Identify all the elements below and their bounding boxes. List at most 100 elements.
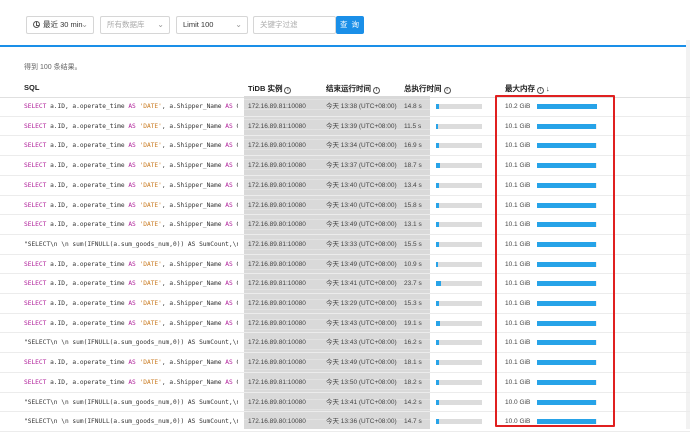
time-range-select[interactable]: 最近 30 min ⌄	[26, 16, 94, 34]
instance-cell: 172.16.89.80:10080	[248, 181, 306, 189]
info-icon: i	[443, 87, 451, 94]
time-range-label: 最近 30 min	[43, 20, 83, 29]
database-placeholder: 所有数据库	[107, 20, 145, 29]
exec-time-bar-fill	[436, 360, 440, 366]
exec-time-cell: 11.5 s	[404, 122, 422, 130]
search-input[interactable]: 关键字过滤	[253, 16, 336, 34]
chevron-down-icon: ⌄	[157, 20, 164, 29]
instance-cell: 172.16.89.81:10080	[248, 103, 306, 110]
instance-cell: 172.16.89.80:10080	[248, 398, 306, 406]
exec-time-bar	[436, 143, 482, 149]
exec-time-bar	[436, 379, 482, 385]
sql-text[interactable]: SELECT a.ID, a.operate_time AS 'DATE', a…	[24, 353, 238, 372]
exec-time-cell: 23.7 s	[404, 280, 422, 288]
exec-time-bar-fill	[436, 379, 440, 385]
exec-time-bar-fill	[436, 320, 440, 326]
instance-cell: 172.16.89.80:10080	[248, 221, 306, 229]
accent-divider	[0, 45, 690, 47]
exec-time-cell: 19.1 s	[404, 319, 422, 327]
instance-cell: 172.16.89.80:10080	[248, 418, 306, 426]
sql-text[interactable]: SELECT a.ID, a.operate_time AS 'DATE', a…	[24, 196, 238, 215]
search-placeholder: 关键字过滤	[260, 20, 298, 29]
sort-desc-icon[interactable]: ↓	[546, 84, 550, 93]
chevron-down-icon: ⌄	[235, 20, 242, 29]
exec-time-bar-fill	[436, 143, 440, 149]
sql-text[interactable]: SELECT a.ID, a.operate_time AS 'DATE', a…	[24, 255, 238, 274]
chevron-down-icon: ⌄	[81, 20, 88, 29]
sql-text[interactable]: SELECT a.ID, a.operate_time AS 'DATE', a…	[24, 215, 238, 234]
exec-time-bar-fill	[436, 123, 439, 129]
sql-text[interactable]: SELECT a.ID, a.operate_time AS 'DATE', a…	[24, 314, 238, 333]
sql-text[interactable]: "SELECT\n \n sum(IFNULL(a.sum_goods_num,…	[24, 235, 238, 254]
header-max-mem[interactable]: 最大内存 i ↓	[505, 83, 550, 94]
exec-time-bar	[436, 222, 482, 228]
exec-time-cell: 13.1 s	[404, 221, 422, 229]
sql-text[interactable]: SELECT a.ID, a.operate_time AS 'DATE', a…	[24, 97, 238, 116]
exec-time-cell: 18.2 s	[404, 378, 422, 386]
sql-text[interactable]: "SELECT\n \n sum(IFNULL(a.sum_goods_num,…	[24, 412, 238, 431]
exec-time-cell: 18.1 s	[404, 359, 422, 367]
search-button[interactable]: 查 询	[336, 16, 364, 34]
highlight-box	[495, 95, 615, 427]
sql-text[interactable]: SELECT a.ID, a.operate_time AS 'DATE', a…	[24, 176, 238, 195]
exec-time-bar-fill	[436, 222, 439, 228]
exec-time-bar-fill	[436, 301, 439, 306]
exec-time-bar-fill	[436, 340, 440, 346]
instance-cell: 172.16.89.80:10080	[248, 260, 306, 268]
instance-cell: 172.16.89.80:10080	[248, 142, 306, 150]
sql-text[interactable]: SELECT a.ID, a.operate_time AS 'DATE', a…	[24, 117, 238, 136]
info-icon: i	[284, 87, 292, 94]
sql-text[interactable]: SELECT a.ID, a.operate_time AS 'DATE', a…	[24, 294, 238, 313]
exec-time-bar	[436, 360, 482, 366]
exec-time-bar-fill	[436, 104, 439, 109]
sql-text[interactable]: SELECT a.ID, a.operate_time AS 'DATE', a…	[24, 373, 238, 392]
exec-time-bar	[436, 241, 482, 247]
exec-time-bar	[436, 163, 482, 169]
sql-text[interactable]: SELECT a.ID, a.operate_time AS 'DATE', a…	[24, 274, 238, 293]
instance-cell: 172.16.89.80:10080	[248, 339, 306, 347]
header-exec-time[interactable]: 总执行时间 i	[404, 83, 451, 94]
exec-time-bar-fill	[436, 163, 440, 169]
exec-time-cell: 16.9 s	[404, 142, 422, 150]
exec-time-bar	[436, 261, 482, 267]
exec-time-bar	[436, 399, 482, 405]
sql-text[interactable]: SELECT a.ID, a.operate_time AS 'DATE', a…	[24, 136, 238, 155]
exec-time-cell: 13.4 s	[404, 181, 422, 189]
instance-cell: 172.16.89.81:10080	[248, 122, 306, 130]
exec-time-cell: 10.9 s	[404, 260, 422, 268]
header-sql[interactable]: SQL	[24, 83, 39, 92]
info-icon: i	[537, 87, 544, 94]
exec-time-bar	[436, 182, 482, 188]
exec-time-bar-fill	[436, 261, 439, 267]
exec-time-bar	[436, 104, 482, 109]
limit-select[interactable]: Limit 100 ⌄	[176, 16, 248, 34]
exec-time-bar-fill	[436, 202, 439, 208]
header-instance[interactable]: TiDB 实例 i	[248, 83, 292, 94]
instance-cell: 172.16.89.81:10080	[248, 240, 306, 248]
exec-time-bar-fill	[436, 281, 441, 287]
exec-time-cell: 14.7 s	[404, 418, 422, 426]
exec-time-bar	[436, 340, 482, 346]
exec-time-cell: 15.3 s	[404, 300, 422, 307]
exec-time-cell: 14.8 s	[404, 103, 422, 110]
limit-label: Limit 100	[183, 20, 214, 29]
sql-text[interactable]: "SELECT\n \n sum(IFNULL(a.sum_goods_num,…	[24, 393, 238, 412]
result-count: 得到 100 条结果。	[24, 64, 82, 71]
exec-time-bar-fill	[436, 241, 439, 247]
exec-time-bar-fill	[436, 419, 439, 425]
toolbar: 最近 30 min ⌄ 所有数据库 ⌄ Limit 100 ⌄ 关键字过滤 查 …	[0, 0, 690, 40]
instance-cell: 172.16.89.80:10080	[248, 201, 306, 209]
instance-cell: 172.16.89.80:10080	[248, 359, 306, 367]
instance-cell: 172.16.89.80:10080	[248, 162, 306, 170]
header-end-time[interactable]: 结束运行时间 i	[326, 83, 380, 94]
instance-cell: 172.16.89.81:10080	[248, 378, 306, 386]
sql-text[interactable]: SELECT a.ID, a.operate_time AS 'DATE', a…	[24, 156, 238, 175]
exec-time-bar	[436, 301, 482, 306]
sql-text[interactable]: "SELECT\n \n sum(IFNULL(a.sum_goods_num,…	[24, 333, 238, 352]
exec-time-bar	[436, 123, 482, 129]
database-select[interactable]: 所有数据库 ⌄	[100, 16, 170, 34]
instance-cell: 172.16.89.80:10080	[248, 300, 306, 307]
clock-icon	[33, 21, 40, 28]
info-icon: i	[373, 87, 380, 94]
exec-time-bar	[436, 419, 482, 425]
